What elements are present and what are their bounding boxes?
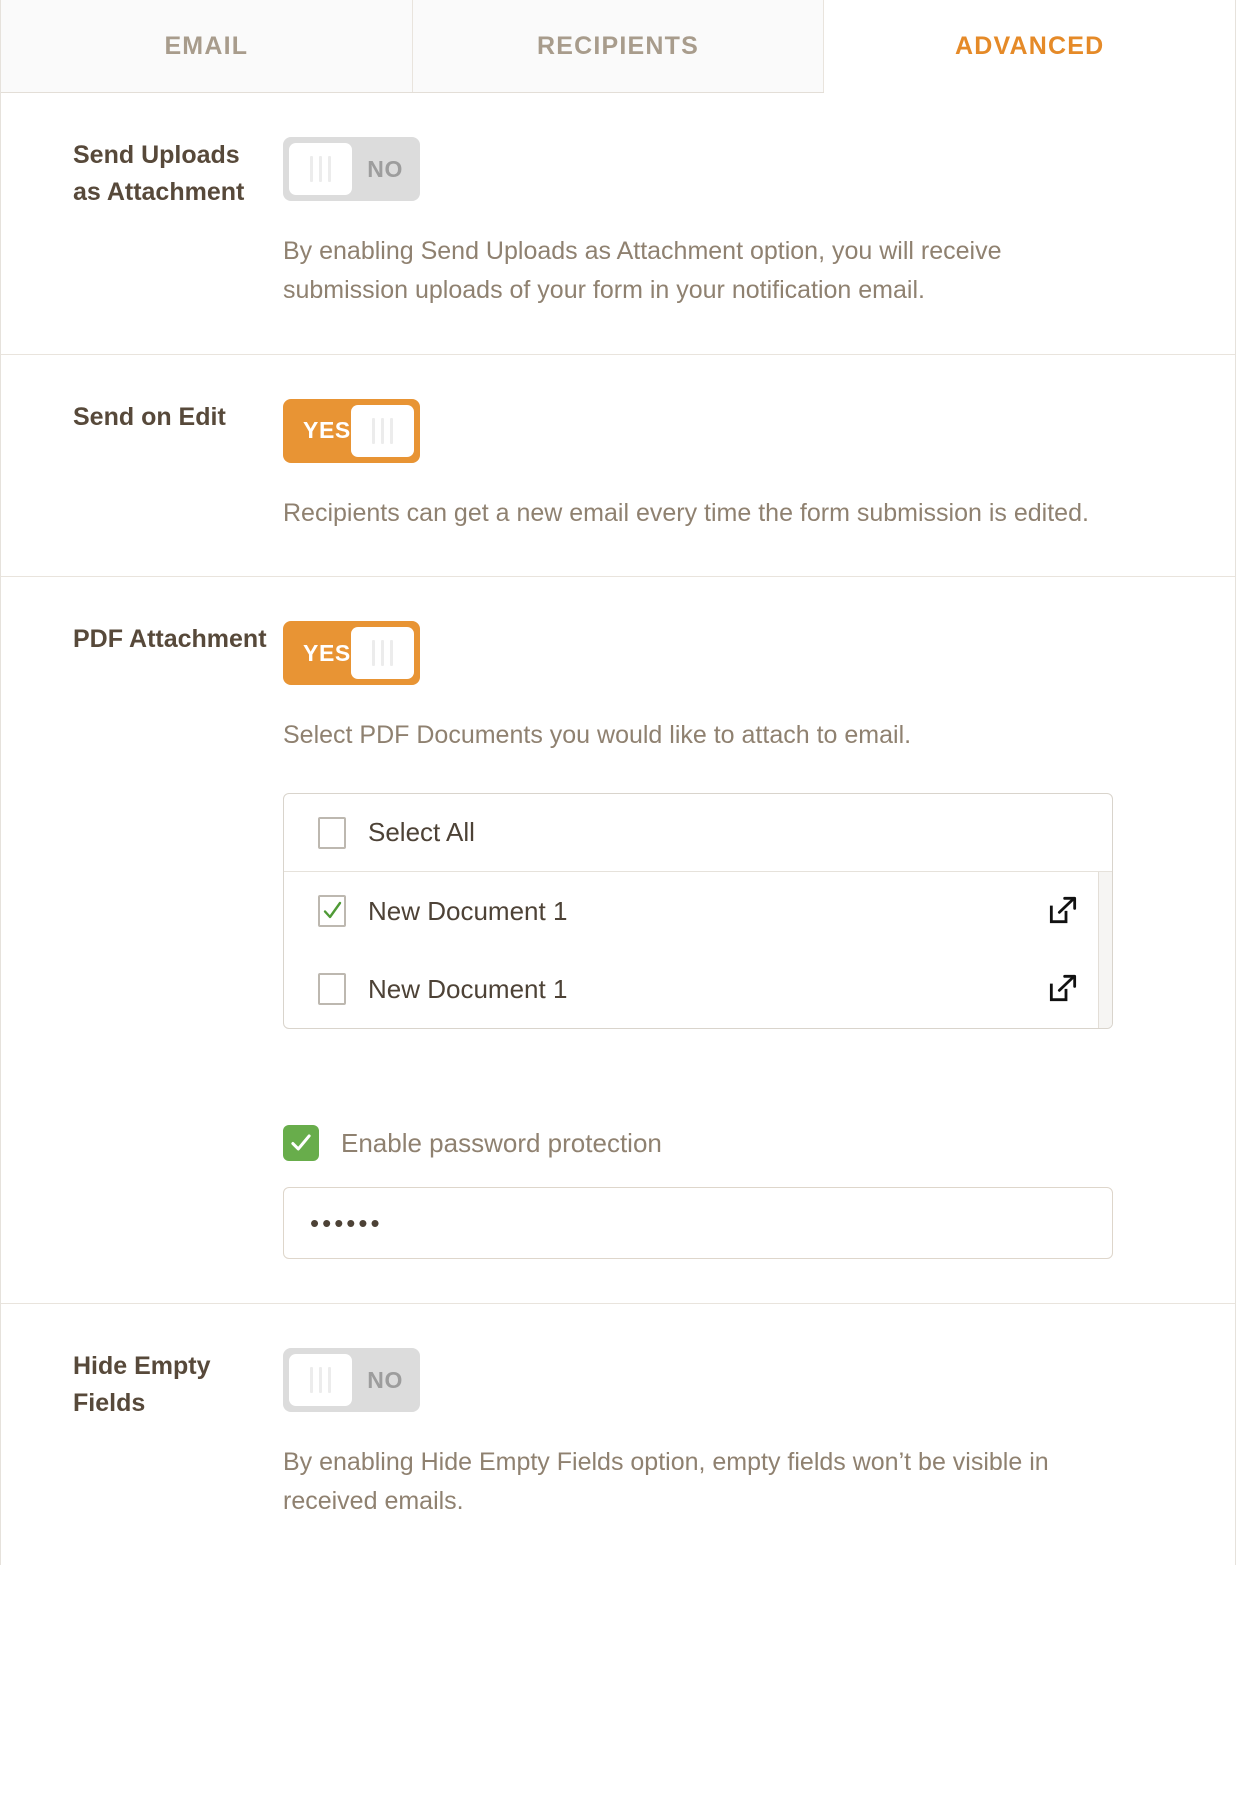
tab-recipients[interactable]: RECIPIENTS (412, 0, 825, 92)
setting-description-send-uploads-as-attachment: By enabling Send Uploads as Attachment o… (283, 237, 1002, 304)
enable-password-protection-checkbox[interactable] (283, 1125, 319, 1161)
grip-lines-icon (351, 627, 414, 680)
setting-description-send-on-edit: Recipients can get a new email every tim… (283, 498, 1089, 527)
tab-advanced[interactable]: ADVANCED (824, 0, 1236, 93)
tab-advanced-label: ADVANCED (954, 31, 1105, 60)
setting-description-hide-empty-fields: By enabling Hide Empty Fields option, em… (283, 1448, 1049, 1515)
advanced-settings-panel: EMAIL RECIPIENTS ADVANCED Send Uploads a… (0, 0, 1236, 1565)
tab-email-label: EMAIL (164, 31, 249, 60)
password-input-value: •••••• (310, 1207, 383, 1238)
tab-recipients-label: RECIPIENTS (536, 31, 700, 60)
setting-body-send-uploads-as-attachment: NO By enabling Send Uploads as Attachmen… (283, 137, 1235, 310)
toggle-hide-empty-fields[interactable]: NO (283, 1348, 420, 1412)
list-item[interactable]: New Document 1 (284, 950, 1112, 1028)
toggle-state-label: NO (367, 1366, 403, 1393)
select-all-label: Select All (368, 817, 475, 847)
list-scrollbar[interactable] (1098, 872, 1112, 1028)
setting-label-send-on-edit: Send on Edit (73, 402, 226, 431)
toggle-state-label: NO (367, 155, 403, 182)
grip-lines-icon (351, 404, 414, 457)
pdf-document-scroll-area: New Document 1 New Document 1 (284, 872, 1112, 1028)
external-link-icon[interactable] (1046, 973, 1078, 1005)
external-link-icon[interactable] (1046, 895, 1078, 927)
toggle-send-uploads-as-attachment[interactable]: NO (283, 137, 420, 201)
grip-lines-icon (289, 143, 352, 195)
setting-row-hide-empty-fields: Hide Empty Fields NO By enabling Hide Em… (1, 1304, 1235, 1565)
list-item[interactable]: New Document 1 (284, 872, 1112, 950)
setting-body-pdf-attachment: YES Select PDF Documents you would like … (283, 621, 1235, 1259)
list-item-label: New Document 1 (368, 973, 568, 1004)
grip-lines-icon (289, 1354, 352, 1406)
document-checkbox[interactable] (318, 895, 346, 927)
password-protection-row: Enable password protection (283, 1125, 1197, 1161)
setting-body-hide-empty-fields: NO By enabling Hide Empty Fields option,… (283, 1348, 1235, 1521)
document-checkbox[interactable] (318, 973, 346, 1005)
setting-label-send-uploads-as-attachment: Send Uploads as Attachment (73, 141, 245, 206)
setting-row-send-uploads-as-attachment: Send Uploads as Attachment NO By enablin… (1, 93, 1235, 355)
password-input[interactable]: •••••• (283, 1187, 1113, 1259)
setting-label-hide-empty-fields: Hide Empty Fields (73, 1352, 211, 1417)
toggle-send-on-edit[interactable]: YES (283, 398, 420, 463)
toggle-state-label: YES (303, 639, 351, 666)
toggle-state-label: YES (303, 417, 351, 443)
tab-email[interactable]: EMAIL (1, 0, 413, 92)
pdf-document-list: Select All New Document 1 New Document 1 (283, 793, 1113, 1029)
select-all-checkbox[interactable] (318, 816, 346, 849)
setting-row-send-on-edit: Send on Edit YES Recipients can get a ne… (1, 355, 1235, 578)
enable-password-protection-label: Enable password protection (341, 1127, 662, 1158)
setting-label-pdf-attachment: PDF Attachment (73, 625, 267, 654)
tab-bar: EMAIL RECIPIENTS ADVANCED (1, 0, 1236, 93)
list-item-label: New Document 1 (368, 895, 568, 926)
setting-body-send-on-edit: YES Recipients can get a new email every… (283, 398, 1235, 533)
setting-description-pdf-attachment: Select PDF Documents you would like to a… (283, 721, 912, 750)
toggle-pdf-attachment[interactable]: YES (283, 621, 420, 686)
pdf-select-all-row[interactable]: Select All (284, 794, 1112, 872)
setting-row-pdf-attachment: PDF Attachment YES Select PDF Documents … (1, 577, 1235, 1304)
